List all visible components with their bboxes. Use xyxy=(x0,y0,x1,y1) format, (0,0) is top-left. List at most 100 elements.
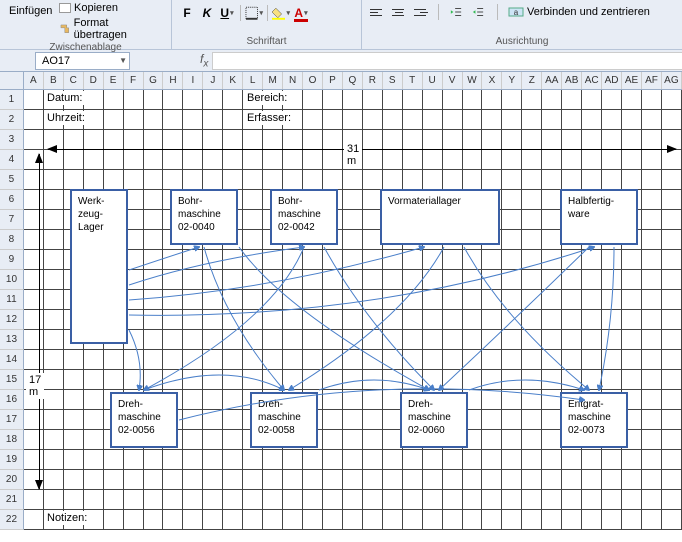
cell[interactable] xyxy=(363,370,383,390)
column-header[interactable]: J xyxy=(203,72,223,89)
cell[interactable] xyxy=(203,310,223,330)
cell[interactable] xyxy=(323,270,343,290)
cell[interactable] xyxy=(243,130,263,150)
cell[interactable] xyxy=(243,510,263,530)
box-drehmaschine-0060[interactable]: Dreh- maschine 02-0060 xyxy=(400,392,468,448)
cell[interactable] xyxy=(223,270,243,290)
cell[interactable] xyxy=(44,210,64,230)
cell[interactable] xyxy=(562,170,582,190)
cell[interactable] xyxy=(582,250,602,270)
cell[interactable] xyxy=(662,450,682,470)
cell[interactable] xyxy=(542,450,562,470)
cell[interactable] xyxy=(622,330,642,350)
cell[interactable] xyxy=(662,390,682,410)
cell[interactable] xyxy=(44,170,64,190)
cell[interactable] xyxy=(542,490,562,510)
cell[interactable] xyxy=(443,470,463,490)
cell[interactable] xyxy=(104,470,124,490)
cell[interactable] xyxy=(482,430,502,450)
cell[interactable] xyxy=(163,290,183,310)
cell[interactable] xyxy=(44,190,64,210)
cell[interactable] xyxy=(482,490,502,510)
cell[interactable] xyxy=(44,250,64,270)
cell[interactable] xyxy=(323,430,343,450)
cell[interactable] xyxy=(522,350,542,370)
cell[interactable] xyxy=(642,170,662,190)
cell[interactable] xyxy=(602,150,622,170)
cell[interactable] xyxy=(263,470,283,490)
column-header[interactable]: R xyxy=(363,72,383,89)
cell[interactable] xyxy=(542,170,562,190)
cell[interactable] xyxy=(263,130,283,150)
cell[interactable] xyxy=(463,490,483,510)
cell[interactable] xyxy=(283,370,303,390)
cell[interactable] xyxy=(84,370,104,390)
cell[interactable] xyxy=(203,410,223,430)
row-header[interactable]: 11 xyxy=(0,290,24,310)
cell[interactable] xyxy=(423,250,443,270)
cell[interactable] xyxy=(64,430,84,450)
row-header[interactable]: 14 xyxy=(0,350,24,370)
cell[interactable] xyxy=(163,310,183,330)
cell[interactable] xyxy=(642,490,662,510)
cell[interactable] xyxy=(502,190,522,210)
cell[interactable] xyxy=(502,410,522,430)
cell[interactable] xyxy=(144,470,164,490)
cell[interactable] xyxy=(144,490,164,510)
cell[interactable] xyxy=(363,390,383,410)
cell[interactable] xyxy=(542,370,562,390)
cell[interactable] xyxy=(602,330,622,350)
cell[interactable] xyxy=(662,430,682,450)
column-header[interactable]: P xyxy=(323,72,343,89)
cell[interactable] xyxy=(642,150,662,170)
cell[interactable] xyxy=(642,250,662,270)
cell[interactable] xyxy=(243,270,263,290)
cell[interactable] xyxy=(144,350,164,370)
cell[interactable] xyxy=(602,510,622,530)
cell[interactable] xyxy=(343,450,363,470)
cell[interactable] xyxy=(124,170,144,190)
cell[interactable] xyxy=(463,370,483,390)
cell[interactable] xyxy=(423,170,443,190)
cell[interactable] xyxy=(582,330,602,350)
column-header[interactable]: N xyxy=(283,72,303,89)
cell[interactable] xyxy=(482,330,502,350)
cell[interactable] xyxy=(482,170,502,190)
cell[interactable] xyxy=(403,370,423,390)
cell[interactable] xyxy=(144,230,164,250)
column-header[interactable]: A xyxy=(24,72,44,89)
cell[interactable] xyxy=(383,450,403,470)
row-header[interactable]: 22 xyxy=(0,510,24,530)
column-header[interactable]: AB xyxy=(562,72,582,89)
cell[interactable] xyxy=(522,210,542,230)
cell[interactable] xyxy=(443,490,463,510)
align-center-button[interactable] xyxy=(390,4,408,20)
cell[interactable] xyxy=(403,150,423,170)
cell[interactable] xyxy=(44,270,64,290)
cell[interactable] xyxy=(383,350,403,370)
cell[interactable] xyxy=(64,370,84,390)
cell[interactable] xyxy=(482,390,502,410)
cell[interactable] xyxy=(363,410,383,430)
cell[interactable] xyxy=(522,310,542,330)
cell[interactable] xyxy=(482,410,502,430)
cell[interactable] xyxy=(44,430,64,450)
cell[interactable] xyxy=(223,510,243,530)
cell[interactable] xyxy=(183,110,203,130)
cell[interactable] xyxy=(383,130,403,150)
cell[interactable] xyxy=(263,270,283,290)
cell[interactable] xyxy=(323,370,343,390)
cell[interactable] xyxy=(323,90,343,110)
cell[interactable] xyxy=(443,110,463,130)
cell[interactable] xyxy=(602,270,622,290)
cell[interactable] xyxy=(243,330,263,350)
cell[interactable] xyxy=(502,370,522,390)
cell[interactable] xyxy=(383,90,403,110)
cell[interactable] xyxy=(403,250,423,270)
cell[interactable] xyxy=(263,250,283,270)
cell[interactable] xyxy=(243,170,263,190)
cell[interactable] xyxy=(303,170,323,190)
cell[interactable] xyxy=(522,110,542,130)
cell[interactable] xyxy=(163,510,183,530)
column-header[interactable]: AC xyxy=(582,72,602,89)
